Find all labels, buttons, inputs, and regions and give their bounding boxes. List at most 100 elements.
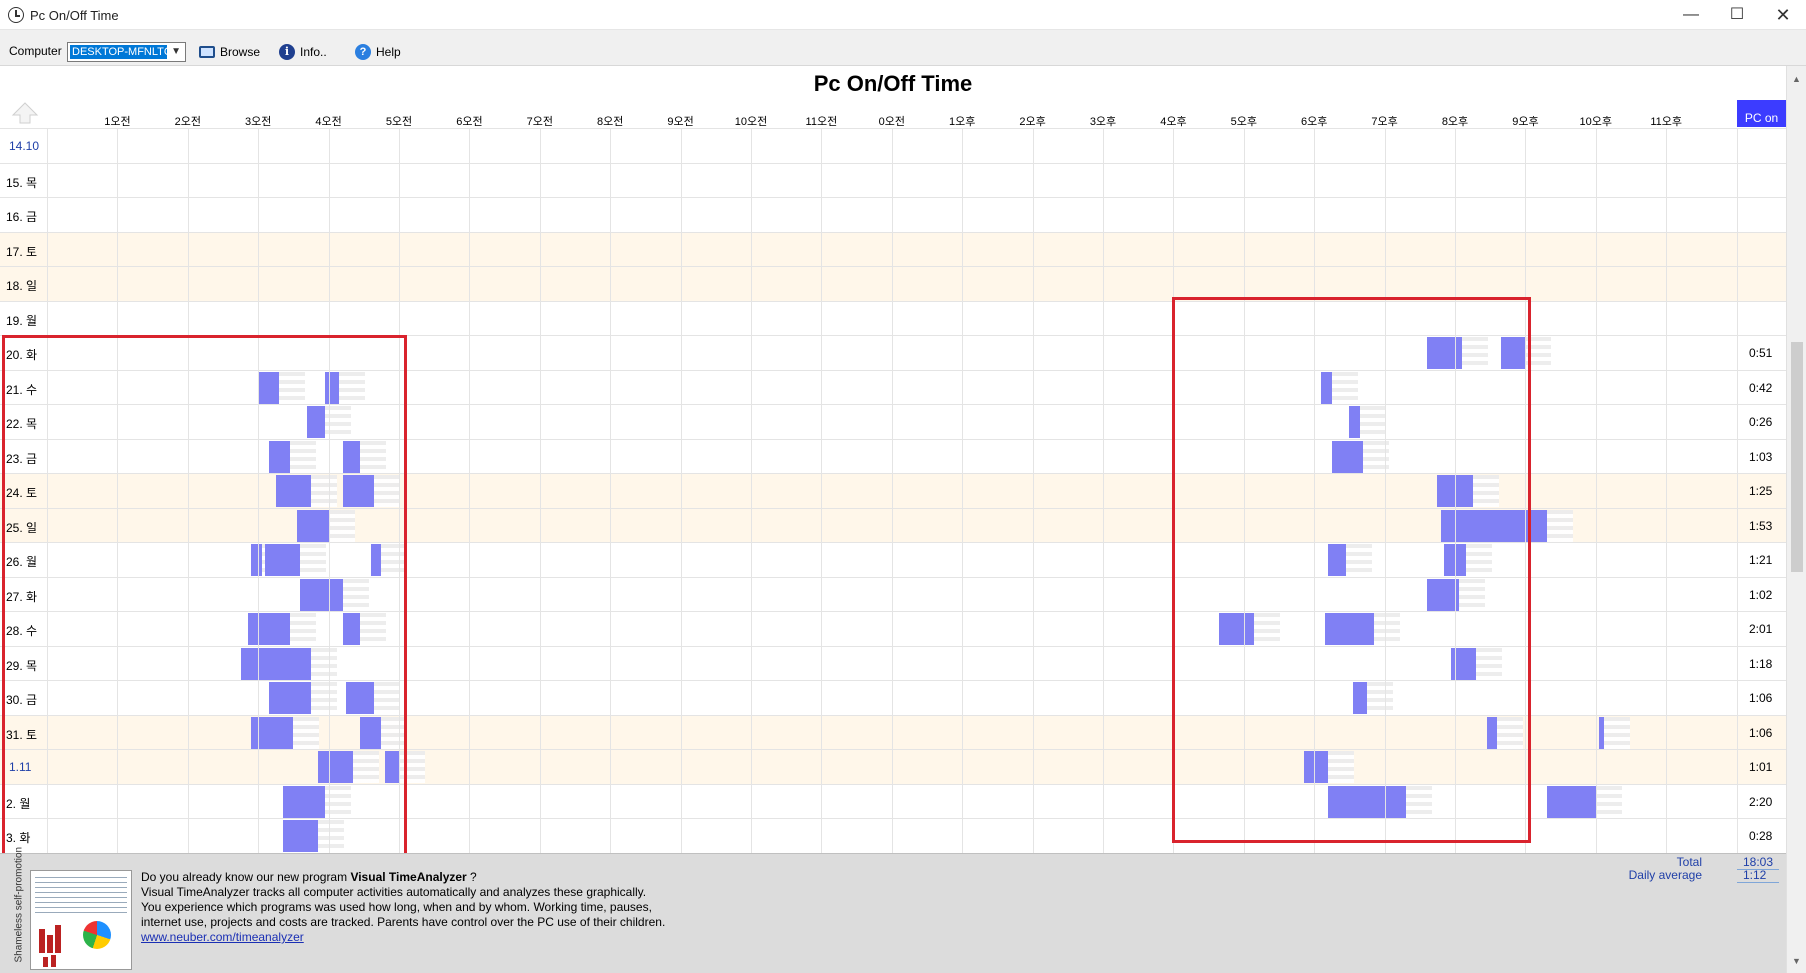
info-label: Info.. (300, 45, 327, 59)
hour-label: 9오전 (667, 116, 694, 128)
hour-label: 3오후 (1089, 116, 1117, 128)
grid-line (610, 128, 612, 853)
day-total: 0:28 (1749, 829, 1773, 843)
day-total: 2:20 (1749, 794, 1773, 809)
day-row: 17. 토 (0, 231, 1786, 266)
day-total: 1:25 (1749, 484, 1773, 498)
promo-vertical-label: Shameless self-promotion (13, 846, 25, 963)
day-row: 18. 일 (0, 266, 1786, 301)
hour-label: 4오후 (1160, 116, 1187, 128)
day-total: 2:01 (1749, 622, 1773, 636)
session-fade-tail (1595, 785, 1622, 818)
day-label: 17. 토 (6, 244, 38, 259)
day-total: 0:42 (1749, 380, 1773, 395)
day-total: 1:06 (1749, 725, 1773, 740)
hour-label: 7오후 (1371, 116, 1398, 128)
day-total: 0:51 (1749, 346, 1773, 360)
hour-label: 8오후 (1441, 116, 1469, 128)
chevron-down-icon: ▼ (171, 46, 181, 57)
computer-label: Computer (9, 44, 62, 58)
hour-label: 10오전 (734, 116, 768, 128)
scroll-down-icon[interactable]: ▼ (1792, 956, 1801, 966)
hour-label: 5오전 (385, 116, 413, 128)
hour-label: 1오후 (949, 116, 976, 128)
browse-label: Browse (220, 45, 261, 59)
hour-label: 7오전 (526, 116, 553, 128)
computer-select-value: DESKTOP-MFNLTG5 (70, 45, 167, 59)
grid-line (680, 128, 682, 853)
toolbar: Computer DESKTOP-MFNLTG5 ▼ Browse i Info… (0, 30, 1806, 66)
day-total: 0:26 (1749, 415, 1773, 429)
promo-link[interactable]: www.neuber.com/timeanalyzer (141, 930, 304, 944)
day-label: 15. 목 (6, 175, 38, 190)
grid-line (469, 128, 471, 853)
help-icon: ? (355, 44, 371, 60)
grid-line (891, 128, 893, 853)
hour-label: 11오전 (805, 116, 838, 128)
daily-average-label: Daily average (1628, 868, 1702, 882)
hour-label: 10오후 (1579, 116, 1613, 128)
browse-button[interactable]: Browse (199, 41, 260, 63)
session-fade-tail (1604, 716, 1631, 749)
day-row: 14.10 (0, 128, 1786, 163)
grid-line (1666, 128, 1668, 853)
day-total: 1:53 (1749, 518, 1773, 533)
grid-line (751, 128, 752, 853)
promo-footer: Shameless self-promotion Do you already … (0, 846, 1786, 973)
grid-line (1032, 128, 1034, 853)
hour-label: 11오후 (1650, 116, 1683, 128)
vertical-scrollbar[interactable]: ▲ ▼ (1786, 66, 1806, 973)
hour-label: 2오후 (1019, 116, 1046, 128)
maximize-button[interactable]: ☐ (1714, 0, 1760, 30)
grid-line (962, 128, 964, 853)
minimize-button[interactable]: — (1668, 0, 1714, 30)
scroll-up-arrow-icon[interactable] (11, 101, 39, 125)
hour-label: 2오전 (174, 116, 201, 128)
pc-on-column-header: PC on (1737, 100, 1786, 127)
day-label: 14.10 (9, 139, 40, 153)
grid-line (539, 128, 541, 853)
clock-icon (8, 7, 24, 23)
hour-label: 4오전 (315, 116, 342, 128)
hour-label: 6오전 (456, 116, 483, 128)
help-button[interactable]: ? Help (355, 41, 401, 63)
promo-screenshot-thumbnail[interactable] (30, 870, 132, 970)
grid-line (821, 128, 823, 853)
app-window: { "window": { "title": "Pc On/Off Time",… (0, 0, 1806, 973)
highlight-box-morning (2, 335, 407, 857)
scrollbar-thumb[interactable] (1791, 342, 1803, 572)
grid-line (1103, 128, 1104, 853)
hour-label: 6오후 (1301, 116, 1328, 128)
session-fade-tail (1546, 509, 1573, 542)
hour-label: 3오전 (245, 116, 272, 128)
highlight-box-evening (1172, 297, 1531, 843)
day-total: 1:21 (1749, 553, 1773, 567)
day-label: 19. 월 (6, 313, 38, 328)
promo-product-name: Visual TimeAnalyzer (350, 870, 467, 884)
day-total: 1:02 (1749, 587, 1773, 602)
computer-select[interactable]: DESKTOP-MFNLTG5 ▼ (67, 42, 186, 62)
daily-average-value: 1:12 (1737, 868, 1779, 883)
title-bar: Pc On/Off Time — ☐ ✕ (0, 0, 1806, 30)
info-button[interactable]: i Info.. (279, 41, 327, 63)
grid-line (1595, 128, 1597, 853)
day-row: 16. 금 (0, 197, 1786, 232)
hour-label: 9오후 (1512, 116, 1539, 128)
hour-label: 1오전 (104, 116, 131, 128)
total-label: Total (1676, 855, 1702, 869)
info-icon: i (279, 44, 295, 60)
day-label: 18. 일 (6, 279, 38, 293)
grid-line (1737, 128, 1738, 853)
day-total: 1:03 (1749, 449, 1773, 464)
monitor-icon (199, 46, 215, 58)
hour-label: 8오전 (597, 116, 624, 128)
session-bar[interactable] (1546, 785, 1596, 818)
scroll-up-icon[interactable]: ▲ (1792, 74, 1801, 84)
day-total: 1:18 (1749, 656, 1773, 671)
close-button[interactable]: ✕ (1760, 0, 1806, 30)
hour-label: 0오전 (878, 116, 905, 128)
day-total: 1:06 (1749, 691, 1773, 705)
promo-text: Do you already know our new program Visu… (141, 870, 666, 944)
day-label: 16. 금 (6, 210, 38, 224)
help-label: Help (376, 45, 401, 59)
